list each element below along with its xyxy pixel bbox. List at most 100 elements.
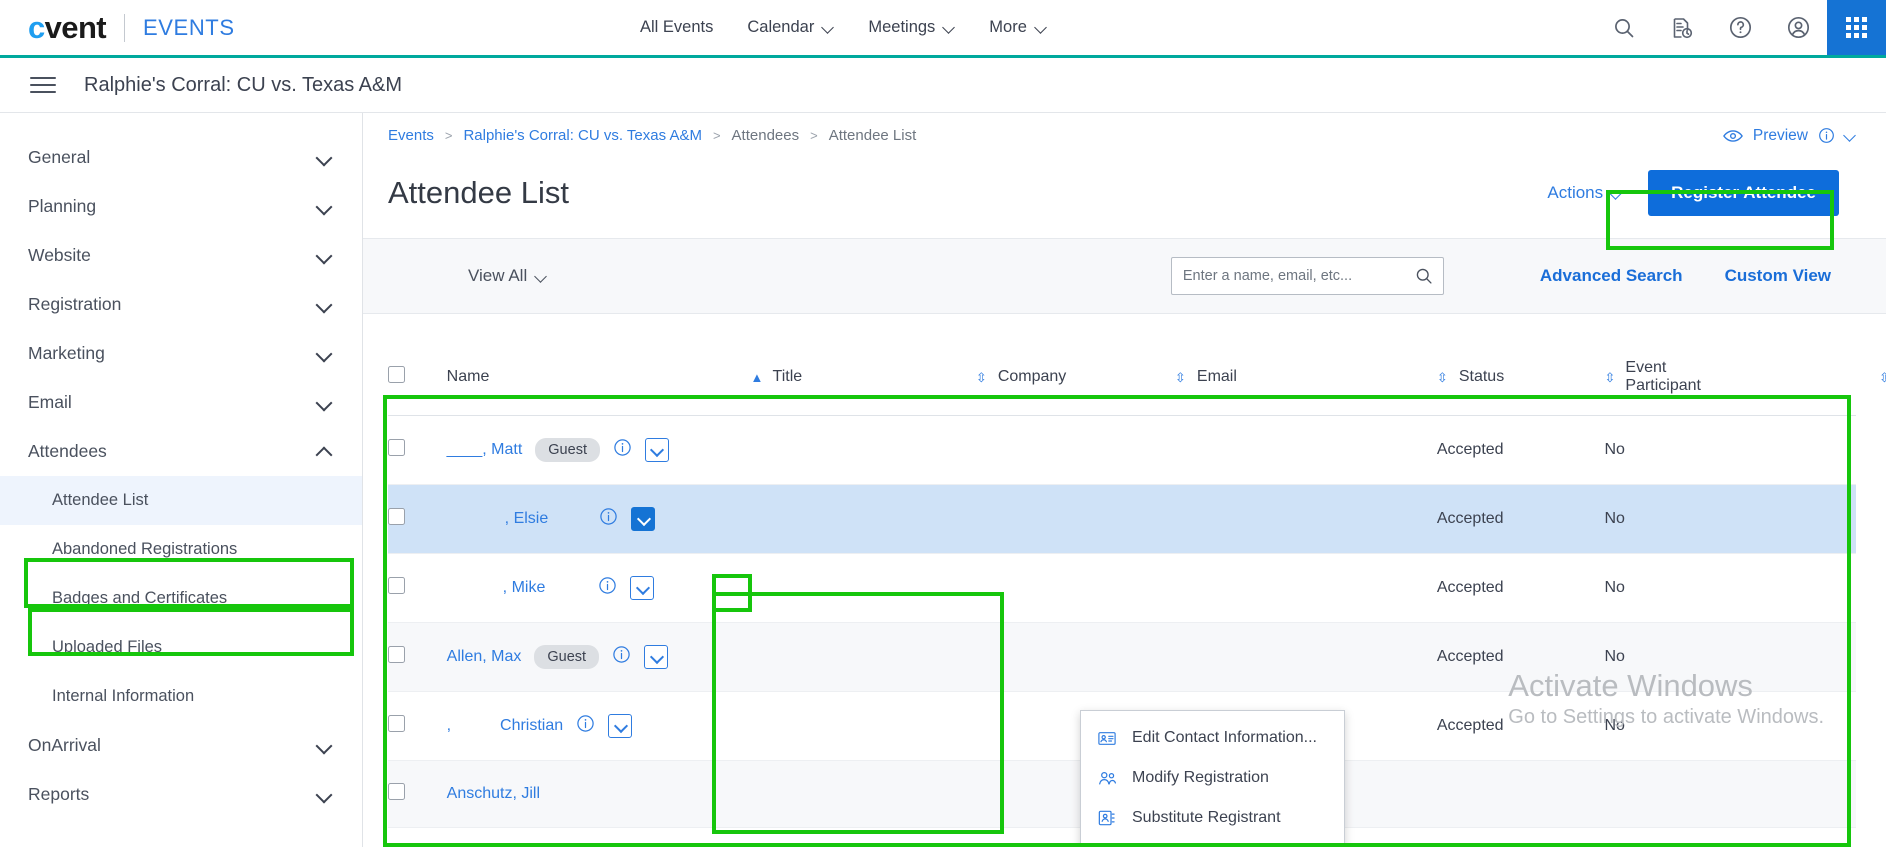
nav-more[interactable]: More [989, 18, 1047, 37]
sidebar-item-marketing[interactable]: Marketing [0, 329, 362, 378]
attendee-name-link[interactable]: , Christian [447, 717, 563, 735]
info-icon[interactable] [599, 507, 618, 531]
row-checkbox-cell[interactable] [388, 553, 447, 623]
table-row[interactable]: , Elsie Accepted No [388, 484, 1856, 554]
header-event-participant[interactable]: ⇳ Event Participant ⇳ [1604, 339, 1886, 416]
hamburger-icon[interactable] [30, 72, 56, 99]
attendee-name-link[interactable]: , Mike [447, 579, 546, 597]
chevron-down-icon [944, 22, 955, 33]
menu-item-mark-as-event-participant[interactable]: Mark as Event Participant [1081, 838, 1344, 847]
view-all-dropdown[interactable]: View All [468, 266, 547, 286]
header-email-label: Email [1196, 368, 1237, 385]
header-name[interactable]: Name [446, 339, 751, 416]
sidebar-item-internal-information[interactable]: Internal Information [0, 672, 362, 721]
page-header-row: Attendee List Actions Register Attendee [363, 158, 1886, 238]
row-checkbox[interactable] [388, 715, 405, 732]
sidebar-item-general[interactable]: General [0, 133, 362, 182]
sort-asc-icon[interactable]: ▲ [751, 371, 764, 384]
search-input[interactable] [1170, 257, 1444, 295]
sidebar-item-email[interactable]: Email [0, 378, 362, 427]
header-name-label: Name [446, 368, 490, 385]
sidebar-item-badges-certificates[interactable]: Badges and Certificates [0, 574, 362, 623]
row-context-menu[interactable]: Edit Contact Information... Modify Regis… [1080, 710, 1345, 847]
help-icon[interactable] [1711, 0, 1769, 55]
info-icon[interactable] [1818, 127, 1835, 144]
menu-item-modify-registration[interactable]: Modify Registration [1081, 758, 1344, 798]
breadcrumb-event[interactable]: Ralphie's Corral: CU vs. Texas A&M [463, 127, 702, 144]
table-header-row: Name ▲ Title ⇳ Company ⇳ Email ⇳ Status … [388, 339, 1886, 416]
sidebar-item-website-label: Website [28, 245, 91, 265]
header-company[interactable]: ⇳ Company [975, 339, 1175, 416]
account-icon[interactable] [1769, 0, 1827, 55]
search-icon[interactable] [1595, 0, 1653, 55]
sidebar-item-attendees[interactable]: Attendees [0, 427, 362, 476]
select-all-checkbox[interactable] [388, 366, 405, 383]
menu-item-edit-contact-information[interactable]: Edit Contact Information... [1081, 718, 1344, 758]
chevron-down-icon [317, 396, 331, 410]
sort-icon[interactable]: ⇳ [1879, 371, 1886, 384]
sidebar-item-attendee-list[interactable]: Attendee List [0, 476, 362, 525]
preview-control[interactable]: Preview [1722, 126, 1856, 145]
row-checkbox-cell[interactable] [388, 760, 447, 828]
header-select-all[interactable] [388, 339, 447, 416]
nav-calendar[interactable]: Calendar [747, 18, 834, 37]
row-menu-button[interactable] [644, 645, 669, 669]
attendee-name-link[interactable]: Anschutz, Jill [447, 785, 540, 803]
table-row[interactable]: , Mike Accepted No [388, 553, 1856, 623]
row-checkbox-cell[interactable] [388, 691, 447, 761]
row-menu-button[interactable] [630, 576, 655, 600]
info-icon[interactable] [613, 438, 632, 462]
row-checkbox[interactable] [388, 439, 405, 456]
chevron-down-icon[interactable] [1845, 130, 1856, 141]
sidebar-item-abandoned-registrations[interactable]: Abandoned Registrations [0, 525, 362, 574]
nav-all-events[interactable]: All Events [640, 18, 713, 37]
sort-icon[interactable]: ⇳ [1175, 371, 1187, 384]
attendee-name-link[interactable]: , Elsie [447, 510, 549, 528]
row-menu-button[interactable] [608, 714, 633, 738]
header-email[interactable]: ⇳ Email [1174, 339, 1437, 416]
sort-icon[interactable]: ⇳ [1437, 371, 1449, 384]
header-status[interactable]: ⇳ Status [1436, 339, 1605, 416]
sidebar-item-onarrival[interactable]: OnArrival [0, 721, 362, 770]
row-checkbox-cell[interactable] [388, 415, 447, 485]
info-icon[interactable] [598, 576, 617, 600]
sidebar-item-website[interactable]: Website [0, 231, 362, 280]
row-status-cell: Accepted [1436, 691, 1605, 761]
row-checkbox[interactable] [388, 783, 405, 800]
header-title[interactable]: ▲ Title [750, 339, 976, 416]
row-menu-button[interactable] [644, 438, 669, 462]
row-checkbox[interactable] [388, 508, 405, 525]
apps-grid-icon[interactable] [1827, 0, 1886, 55]
attendee-name-link[interactable]: Allen, Max [447, 648, 522, 666]
menu-item-substitute-registrant[interactable]: Substitute Registrant [1081, 798, 1344, 838]
row-checkbox-cell[interactable] [388, 622, 447, 692]
report-clock-icon[interactable] [1653, 0, 1711, 55]
actions-dropdown[interactable]: Actions [1547, 183, 1622, 203]
row-checkbox[interactable] [388, 646, 405, 663]
row-checkbox[interactable] [388, 577, 405, 594]
sort-icon[interactable]: ⇳ [1604, 371, 1615, 384]
table-row[interactable]: Allen, Max Guest Accepted No [388, 622, 1856, 692]
row-menu-button-active[interactable] [631, 507, 656, 531]
row-email-cell [1174, 553, 1437, 623]
nav-meetings[interactable]: Meetings [868, 18, 955, 37]
advanced-search-link[interactable]: Advanced Search [1540, 266, 1683, 286]
chevron-down-icon [317, 200, 331, 214]
sidebar-item-registration[interactable]: Registration [0, 280, 362, 329]
attendee-name-link[interactable]: ____, Matt [447, 441, 523, 459]
sidebar-item-planning[interactable]: Planning [0, 182, 362, 231]
top-icon-bar [1595, 0, 1886, 55]
register-attendee-button[interactable]: Register Attendee [1648, 170, 1839, 216]
sort-icon[interactable]: ⇳ [976, 371, 988, 384]
brand-logo[interactable]: cvent EVENTS [0, 12, 235, 43]
table-row[interactable]: ____, Matt Guest Accepted No [388, 415, 1856, 485]
row-checkbox-cell[interactable] [388, 484, 447, 554]
info-icon[interactable] [576, 714, 595, 738]
custom-view-link[interactable]: Custom View [1725, 266, 1831, 286]
sidebar-item-uploaded-files[interactable]: Uploaded Files [0, 623, 362, 672]
preview-label: Preview [1752, 126, 1808, 144]
breadcrumb-events[interactable]: Events [388, 127, 434, 144]
main-content: Events > Ralphie's Corral: CU vs. Texas … [363, 113, 1886, 847]
sidebar-item-reports[interactable]: Reports [0, 770, 362, 819]
info-icon[interactable] [612, 645, 631, 669]
